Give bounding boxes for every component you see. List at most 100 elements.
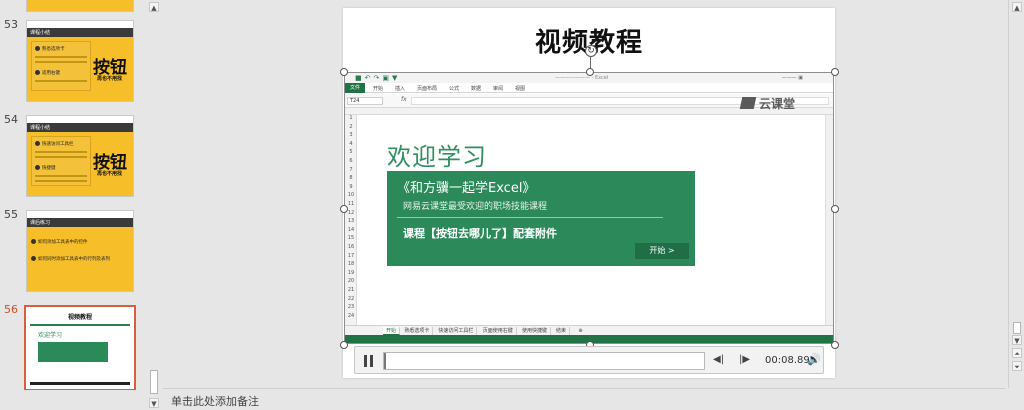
resize-handle-top-left[interactable] <box>340 68 348 76</box>
thumb-title: 视频教程 <box>67 314 92 321</box>
rotate-handle-icon[interactable]: ↻ <box>585 45 597 57</box>
thumb-title: 课程小结 <box>30 125 51 131</box>
excel-doc-title: ——————— - Excel <box>555 75 609 81</box>
excel-row-number: 22 <box>347 295 355 302</box>
excel-row-number: 14 <box>347 226 355 233</box>
slide-number: 54 <box>4 113 18 126</box>
excel-row-number: 6 <box>349 158 353 164</box>
thumb-background <box>27 0 133 11</box>
yunketang-logo-icon <box>739 97 757 109</box>
media-progress <box>384 353 386 369</box>
scroll-down-icon[interactable]: ▼ <box>1012 335 1022 345</box>
media-controls[interactable]: ◀| |▶ 00:08.89 🔊 <box>354 346 824 374</box>
excel-row-number: 13 <box>347 218 355 225</box>
thumb-welcome: 欢迎学习 <box>38 332 63 339</box>
thumb-header <box>27 211 133 218</box>
excel-scrollbar <box>825 115 833 325</box>
step-forward-icon[interactable]: |▶ <box>739 354 750 365</box>
thumbnail-scrollbar[interactable]: ▲ ▼ <box>147 0 161 410</box>
scroll-up-icon[interactable]: ▲ <box>1012 2 1022 12</box>
excel-row-number: 2 <box>349 123 353 130</box>
video-object[interactable]: ■↶↷▣▼ ——————— - Excel ——— ▣ 文件 开始 插入 页面布… <box>344 72 834 344</box>
scroll-up-icon[interactable]: ▲ <box>149 2 159 12</box>
start-button: 开始 > <box>635 243 689 259</box>
excel-tab: 数据 <box>471 86 482 92</box>
previous-slide-icon[interactable]: ⏶ <box>1012 348 1022 358</box>
excel-tab: 审阅 <box>493 86 504 92</box>
slide-number: 55 <box>4 208 18 221</box>
current-slide[interactable]: 视频教程 ↻ ■↶↷▣▼ ——————— - Excel ——— ▣ 文件 开始… <box>340 8 839 378</box>
scroll-down-icon[interactable]: ▼ <box>149 398 159 408</box>
thumb-media-bar <box>30 382 130 385</box>
excel-tab: 公式 <box>449 86 460 92</box>
resize-handle-bottom-right[interactable] <box>831 341 839 349</box>
excel-sheet-tab: 熟悉选项卡 <box>401 327 434 335</box>
slide-thumbnail-55[interactable]: 课后练习 如何添加工具表中的控件 如何同时添加工具表中的行列及表列 <box>26 210 134 292</box>
excel-sheet-tab: 页面使用右键 <box>480 327 517 335</box>
powerpoint-window: 53 课程小结 熟悉选项卡 适用右键 按钮 再也不用找 54 课程小结 快速访问… <box>0 0 1024 410</box>
excel-row-number: 15 <box>347 235 355 242</box>
thumb-item: 熟悉选项卡 <box>35 46 87 53</box>
excel-row-number: 10 <box>347 192 355 199</box>
volume-icon[interactable]: 🔊 <box>807 353 821 366</box>
excel-row-number: 5 <box>349 149 353 156</box>
thumb-panel: 熟悉选项卡 适用右键 <box>31 41 91 91</box>
excel-row-number: 19 <box>347 269 355 276</box>
scroll-thumb[interactable] <box>1013 322 1021 334</box>
thumb-header <box>27 116 133 123</box>
thumb-green-box <box>38 342 108 362</box>
resize-handle-bottom-left[interactable] <box>340 341 348 349</box>
yunketang-logo: 云课堂 <box>739 95 807 111</box>
thumb-panel: 快速访问工具栏 快捷键 <box>31 136 91 186</box>
canvas-scrollbar[interactable]: ▲ ▼ ⏶ ⏷ <box>1008 0 1024 388</box>
thumb-item: 如何添加工具表中的控件 <box>31 239 110 246</box>
excel-name-box: T24 <box>347 97 383 105</box>
excel-row-number: 17 <box>347 252 355 259</box>
yunketang-logo-text: 云课堂 <box>759 97 796 111</box>
notes-pane[interactable]: 单击此处添加备注 <box>163 388 1005 410</box>
excel-row-number: 18 <box>347 261 355 268</box>
thumb-list: 如何添加工具表中的控件 如何同时添加工具表中的行列及表列 <box>31 239 110 266</box>
excel-row-number: 4 <box>349 140 353 147</box>
notes-placeholder[interactable]: 单击此处添加备注 <box>171 393 259 409</box>
course-line: 课程【按钮去哪儿了】配套附件 <box>403 227 557 240</box>
resize-handle-top-right[interactable] <box>831 68 839 76</box>
next-slide-icon[interactable]: ⏷ <box>1012 361 1022 371</box>
excel-tab: 页面布局 <box>417 86 438 92</box>
excel-row-number: 1 <box>349 115 353 121</box>
excel-sheet-tabs: 开始 熟悉选项卡 快速访问工具栏 页面使用右键 使用快捷键 结束 ⊕ <box>345 325 833 335</box>
banner-divider <box>397 217 663 218</box>
excel-row-number: 3 <box>349 132 353 139</box>
media-time: 00:08.89 <box>765 355 810 366</box>
thumb-item: 快捷键 <box>35 165 87 172</box>
scroll-thumb[interactable] <box>150 370 158 394</box>
slide-number: 53 <box>4 18 18 31</box>
resize-handle-top[interactable] <box>586 68 594 76</box>
slide-thumbnail-53[interactable]: 课程小结 熟悉选项卡 适用右键 按钮 再也不用找 <box>26 20 134 102</box>
excel-tab: 插入 <box>395 86 406 92</box>
slide-thumbnail-56[interactable]: 视频教程 欢迎学习 <box>24 305 136 390</box>
course-banner: 《和方骥一起学Excel》 网易云课堂最受欢迎的职场技能课程 课程【按钮去哪儿了… <box>387 171 695 266</box>
slide-editing-canvas[interactable]: 视频教程 ↻ ■↶↷▣▼ ——————— - Excel ——— ▣ 文件 开始… <box>163 0 1005 388</box>
excel-sheet-tab: 使用快捷键 <box>519 327 552 335</box>
thumb-video: 欢迎学习 <box>30 324 130 385</box>
resize-handle-left[interactable] <box>340 205 348 213</box>
excel-row-number: 9 <box>349 183 353 190</box>
slide-thumbnail-pane[interactable]: 53 课程小结 熟悉选项卡 适用右键 按钮 再也不用找 54 课程小结 快速访问… <box>0 0 147 390</box>
thumb-item: 适用右键 <box>35 70 87 77</box>
step-back-icon[interactable]: ◀| <box>713 354 724 365</box>
excel-row-number: 8 <box>349 175 353 182</box>
welcome-heading: 欢迎学习 <box>387 143 487 171</box>
excel-row-number: 7 <box>349 166 353 173</box>
slide-thumbnail-52[interactable] <box>26 0 134 12</box>
pause-icon[interactable] <box>363 355 375 367</box>
thumb-item: 快速访问工具栏 <box>35 141 87 148</box>
excel-sheet-tab: 快速访问工具栏 <box>435 327 478 335</box>
thumb-item: 如何同时添加工具表中的行列及表列 <box>31 256 110 263</box>
thumb-title: 课后练习 <box>30 220 51 226</box>
slide-thumbnail-54[interactable]: 课程小结 快速访问工具栏 快捷键 按钮 再也不用找 <box>26 115 134 197</box>
media-timeline[interactable] <box>383 352 705 370</box>
resize-handle-right[interactable] <box>831 205 839 213</box>
excel-row-headers: 1 2 3 4 5 6 7 8 9 10 11 12 13 14 15 16 17 18 19 20 21 22 23 24 <box>345 115 357 325</box>
excel-user: ——— ▣ <box>781 75 803 81</box>
